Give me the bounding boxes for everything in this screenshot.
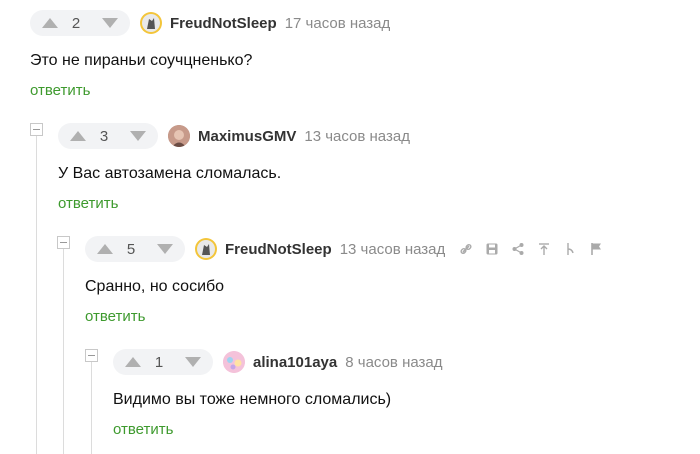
arrow-up-icon [70,131,86,141]
downvote-button[interactable] [125,123,151,149]
arrow-down-icon [185,357,201,367]
maximus-avatar-icon[interactable] [168,125,190,147]
arrow-up-icon [125,357,141,367]
comment-text: Сранно, но сосибо [85,278,225,295]
comment-time[interactable]: 8 часов назад [345,354,442,371]
report-flag-icon[interactable] [583,238,609,260]
rating-count: 3 [99,127,109,145]
reply-button[interactable]: ответить [30,82,90,99]
comment: 5 FreudNotSleep 13 часов назад Сранно, н… [0,226,700,336]
comment: 2 FreudNotSleep 17 часов назад Это не пи… [0,0,700,110]
rating-count: 2 [71,14,81,32]
upvote-button[interactable] [120,349,146,375]
comment-text: Это не пираньи соучцненько? [30,52,253,69]
link-icon[interactable] [453,238,479,260]
vote-box: 1 [113,349,213,375]
arrow-down-icon [130,131,146,141]
comment-header: 3 MaximusGMV 13 часов назад [58,123,410,149]
reply-button[interactable]: ответить [113,421,173,438]
share-icon[interactable] [505,238,531,260]
alina-avatar-icon[interactable] [223,351,245,373]
arrow-up-icon [97,244,113,254]
author-name[interactable]: FreudNotSleep [225,241,332,258]
rating-count: 5 [126,240,136,258]
comment-actions [453,238,609,260]
comment-time[interactable]: 17 часов назад [285,15,391,32]
downvote-button[interactable] [152,236,178,262]
branch-icon[interactable] [557,238,583,260]
comment-header: 5 FreudNotSleep 13 часов назад [85,236,609,262]
comment-header: 1 alina101aya 8 часов назад [113,349,443,375]
author-name[interactable]: alina101aya [253,354,337,371]
arrow-down-icon [102,18,118,28]
comment-time[interactable]: 13 часов назад [304,128,410,145]
reply-button[interactable]: ответить [85,308,145,325]
comment-text: Видимо вы тоже немного сломались) [113,391,392,408]
author-name[interactable]: FreudNotSleep [170,15,277,32]
reply-button[interactable]: ответить [58,195,118,212]
vote-box: 2 [30,10,130,36]
author-name[interactable]: MaximusGMV [198,128,296,145]
upvote-button[interactable] [37,10,63,36]
comment-header: 2 FreudNotSleep 17 часов назад [30,10,390,36]
comment: 1 alina101aya 8 часов назад Видимо вы то… [0,339,700,449]
downvote-button[interactable] [180,349,206,375]
vote-box: 5 [85,236,185,262]
downvote-button[interactable] [97,10,123,36]
scroll-top-icon[interactable] [531,238,557,260]
comment-time[interactable]: 13 часов назад [340,241,446,258]
vote-box: 3 [58,123,158,149]
comment-text: У Вас автозамена сломалась. [58,165,282,182]
save-icon[interactable] [479,238,505,260]
rating-count: 1 [154,353,164,371]
upvote-button[interactable] [92,236,118,262]
freud-avatar-icon[interactable] [195,238,217,260]
freud-avatar-icon[interactable] [140,12,162,34]
upvote-button[interactable] [65,123,91,149]
comment: 3 MaximusGMV 13 часов назад У Вас автоза… [0,113,700,223]
arrow-up-icon [42,18,58,28]
arrow-down-icon [157,244,173,254]
